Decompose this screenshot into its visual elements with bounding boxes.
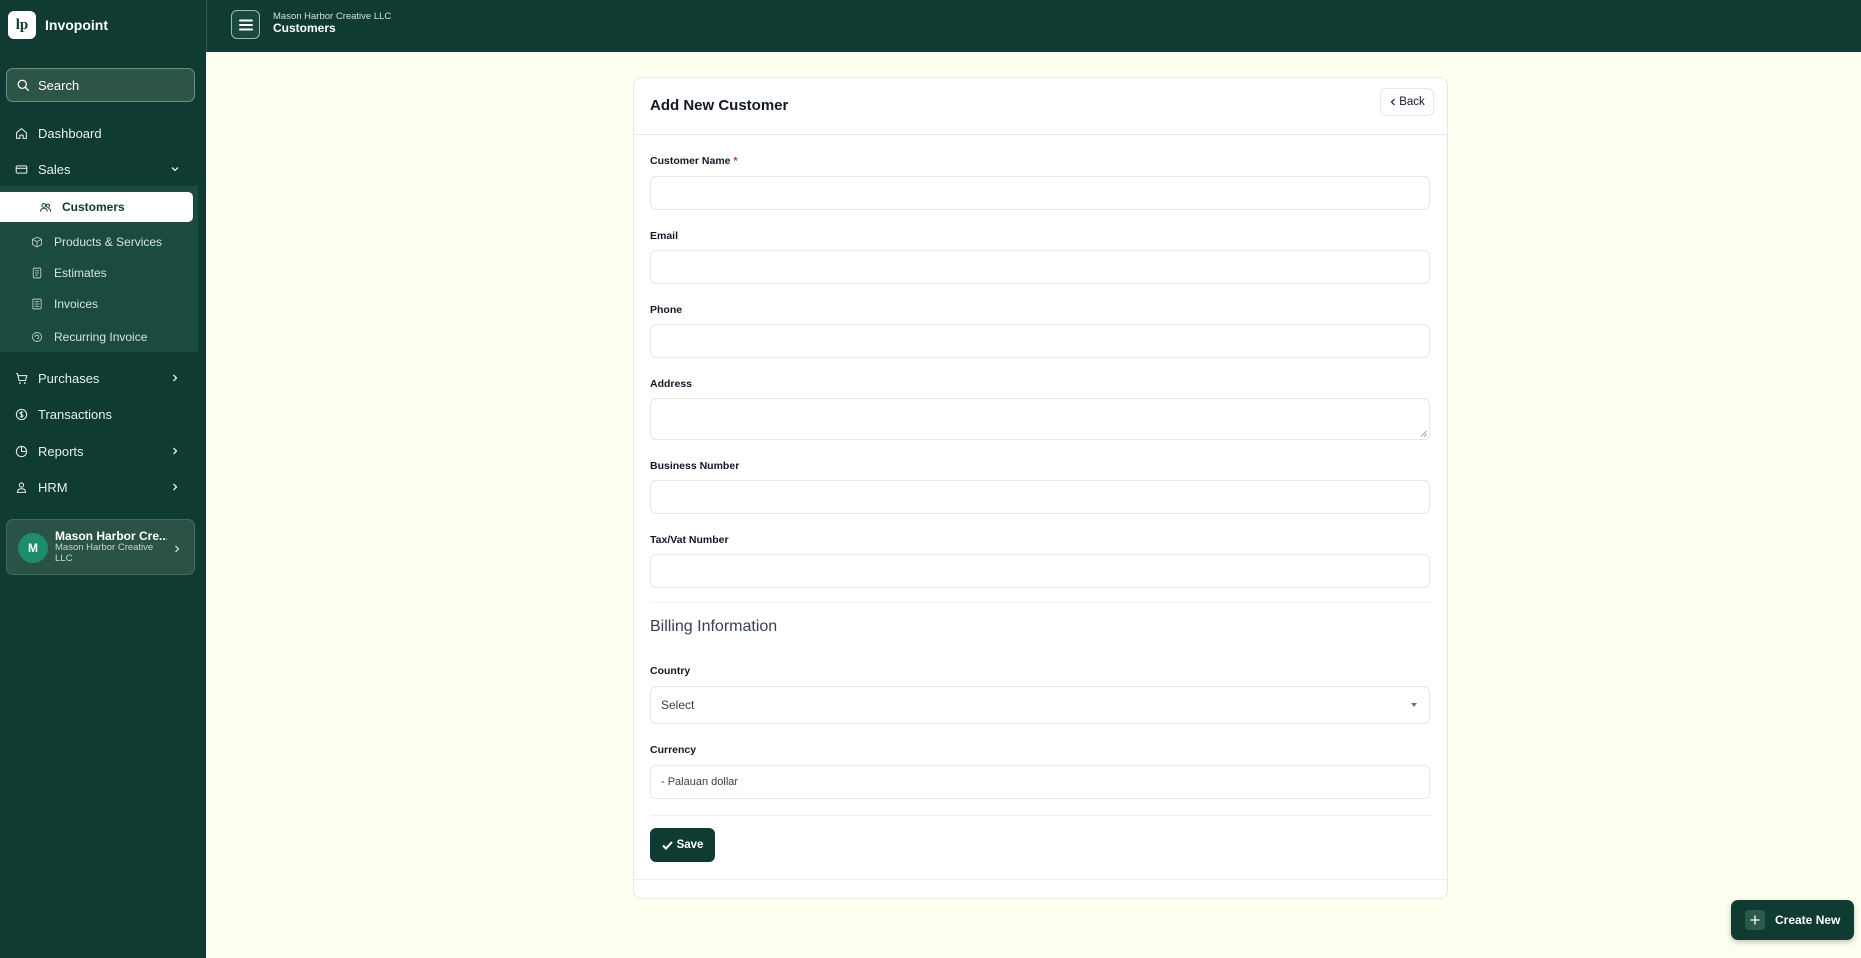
resize-handle-icon[interactable] [1420, 430, 1427, 437]
pie-chart-icon [14, 444, 28, 458]
sidebar-item-dashboard[interactable]: Dashboard [0, 118, 200, 148]
sidebar-item-label: Customers [62, 200, 125, 214]
add-customer-card: Add New Customer Back Customer Name * Em… [633, 77, 1448, 899]
search-label: Search [38, 77, 80, 93]
business-number-field[interactable] [650, 480, 1430, 514]
card-header: Add New Customer Back [634, 78, 1447, 135]
tax-number-label: Tax/Vat Number [650, 534, 729, 546]
search-icon [17, 79, 30, 91]
sidebar-item-sales[interactable]: Sales [0, 154, 200, 184]
save-label: Save [676, 839, 704, 851]
save-button[interactable]: Save [650, 828, 715, 862]
currency-value: - Palauan dollar [661, 776, 739, 788]
divider [634, 879, 1447, 880]
avatar: M [18, 533, 48, 563]
sidebar-item-hrm[interactable]: HRM [0, 472, 200, 502]
check-icon [661, 840, 673, 850]
menu-toggle-button[interactable] [231, 10, 260, 39]
form-title: Add New Customer [650, 97, 789, 114]
sidebar-item-label: Reports [38, 443, 84, 459]
email-field[interactable] [650, 250, 1430, 284]
address-textarea[interactable] [650, 398, 1430, 440]
cart-icon [14, 371, 28, 385]
users-icon [38, 200, 52, 214]
sidebar-item-label: Dashboard [38, 125, 102, 141]
country-select[interactable]: Select [650, 686, 1430, 724]
back-label: Back [1399, 96, 1425, 108]
back-button[interactable]: Back [1380, 88, 1434, 116]
chevron-left-icon [1390, 98, 1396, 106]
invoice-icon [30, 297, 44, 311]
sidebar-item-label: Recurring Invoice [54, 330, 148, 344]
divider [650, 602, 1432, 603]
app-logo: lp [8, 11, 36, 39]
organization-switcher[interactable]: M Mason Harbor Cre... Mason Harbor Creat… [6, 519, 195, 575]
sidebar-item-products[interactable]: Products & Services [0, 228, 198, 256]
organization-name: Mason Harbor Cre... [55, 529, 167, 543]
topbar: Mason Harbor Creative LLC Customers [206, 0, 1861, 52]
sidebar-item-label: Estimates [54, 266, 107, 280]
sidebar-item-label: Invoices [54, 297, 99, 311]
brand[interactable]: lp Invopoint [8, 9, 108, 41]
home-icon [14, 126, 28, 140]
dollar-circle-icon [14, 407, 28, 421]
chevron-right-icon [170, 371, 180, 386]
divider [650, 815, 1432, 816]
recurring-icon [30, 330, 44, 344]
sidebar-item-reports[interactable]: Reports [0, 436, 200, 466]
sidebar-item-transactions[interactable]: Transactions [0, 399, 200, 429]
customer-name-label: Customer Name * [650, 155, 738, 167]
sidebar-item-label: Purchases [38, 370, 100, 386]
currency-field[interactable]: - Palauan dollar [650, 765, 1430, 799]
create-new-button[interactable]: Create New [1731, 900, 1854, 940]
address-label: Address [650, 378, 693, 390]
create-new-label: Create New [1775, 913, 1841, 927]
billing-section-title: Billing Information [650, 618, 778, 635]
sidebar-item-label: HRM [38, 479, 68, 495]
organization-subtitle: Mason Harbor Creative LLC [55, 542, 154, 564]
country-selected-value: Select [661, 698, 695, 712]
caret-down-icon [1411, 703, 1417, 707]
sidebar-item-label: Products & Services [54, 235, 163, 249]
sidebar-item-customers[interactable]: Customers [0, 192, 193, 222]
hamburger-icon [238, 19, 253, 30]
person-icon [14, 480, 28, 494]
required-mark: * [733, 155, 738, 167]
sidebar-item-estimates[interactable]: Estimates [0, 259, 198, 287]
customer-name-label-text: Customer Name [650, 155, 731, 167]
chevron-right-icon [170, 444, 180, 459]
credit-card-icon [14, 162, 28, 176]
sidebar-item-label: Transactions [38, 406, 112, 422]
business-number-label: Business Number [650, 460, 740, 472]
search-input[interactable]: Search [6, 68, 195, 102]
sidebar-item-label: Sales [38, 161, 71, 177]
plus-icon [1745, 910, 1765, 930]
page-title: Customers [273, 21, 336, 35]
sidebar-item-recurring-invoice[interactable]: Recurring Invoice [0, 323, 198, 351]
customer-name-input[interactable] [650, 176, 1430, 210]
currency-label: Currency [650, 744, 697, 756]
sidebar-item-purchases[interactable]: Purchases [0, 363, 200, 393]
country-label: Country [650, 665, 691, 677]
phone-label: Phone [650, 304, 683, 316]
tax-number-field[interactable] [650, 554, 1430, 588]
phone-field[interactable] [650, 324, 1430, 358]
sidebar-item-invoices[interactable]: Invoices [0, 290, 198, 318]
chevron-right-icon [172, 541, 182, 559]
box-icon [30, 235, 44, 249]
sidebar: lp Invopoint Search Dashboard Sales Prod… [0, 0, 206, 958]
chevron-down-icon [170, 162, 180, 177]
email-label: Email [650, 230, 679, 242]
document-icon [30, 266, 44, 280]
chevron-right-icon [170, 480, 180, 495]
app-name: Invopoint [45, 17, 108, 33]
